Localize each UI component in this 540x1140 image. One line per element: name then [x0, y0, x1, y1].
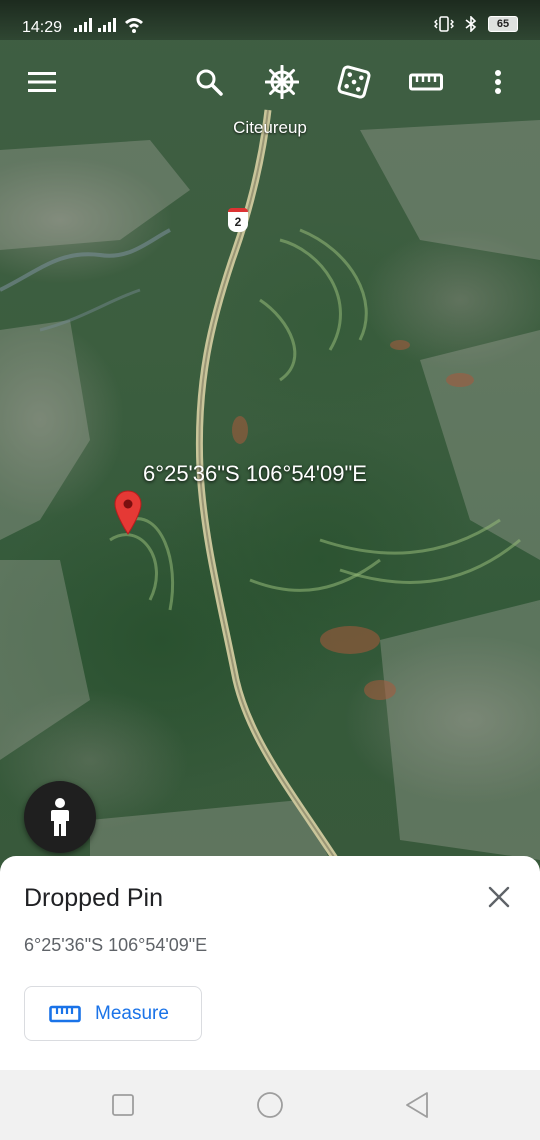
battery-level: 65 [496, 18, 510, 30]
vibrate-icon [434, 16, 454, 32]
dropped-pin-marker-icon[interactable] [114, 490, 142, 536]
pin-coordinate-text: 6°25'36"S 106°54'09"E [143, 461, 367, 486]
more-options-button[interactable] [474, 58, 522, 106]
road-shield: 2 [228, 208, 248, 232]
recents-square-icon [112, 1094, 134, 1116]
back-button[interactable] [402, 1090, 432, 1120]
battery-indicator: 65 [488, 16, 518, 32]
wifi-icon [125, 18, 143, 33]
menu-icon [28, 72, 56, 92]
voyager-wheel-icon [265, 65, 299, 99]
voyager-button[interactable] [258, 58, 306, 106]
sheet-coordinates: 6°25'36"S 106°54'09"E [24, 935, 208, 955]
signal-icon [74, 18, 116, 32]
bluetooth-icon [465, 16, 477, 32]
measure-ruler-icon [49, 1005, 81, 1022]
home-circle-icon [257, 1092, 283, 1118]
system-nav-bar [0, 1070, 540, 1140]
street-view-button[interactable] [24, 781, 96, 853]
feeling-lucky-button[interactable] [330, 58, 378, 106]
more-vert-icon [495, 70, 501, 94]
pin-coordinate-label: 6°25'36"S 106°54'09"E [0, 461, 510, 487]
pegman-icon [51, 798, 69, 836]
close-button[interactable] [484, 882, 514, 912]
sheet-title: Dropped Pin [24, 884, 163, 912]
search-icon [196, 69, 223, 96]
measure-button[interactable]: Measure [24, 986, 202, 1041]
back-triangle-icon [406, 1092, 428, 1118]
measure-button-label: Measure [95, 1002, 169, 1024]
status-bar: 14:29 65 [0, 0, 540, 40]
close-icon [488, 886, 510, 908]
measure-ruler-icon [409, 73, 443, 91]
earth-toolbar [0, 58, 540, 106]
measure-tool-button[interactable] [402, 58, 450, 106]
home-button[interactable] [255, 1090, 285, 1120]
recents-button[interactable] [108, 1090, 138, 1120]
status-time: 14:29 [22, 19, 63, 36]
search-button[interactable] [185, 58, 233, 106]
feeling-lucky-dice-icon [337, 65, 371, 99]
menu-button[interactable] [18, 58, 66, 106]
place-label: Citeureup [233, 118, 307, 137]
dropped-pin-sheet: Dropped Pin 6°25'36"S 106°54'09"E Measur… [0, 856, 540, 1070]
